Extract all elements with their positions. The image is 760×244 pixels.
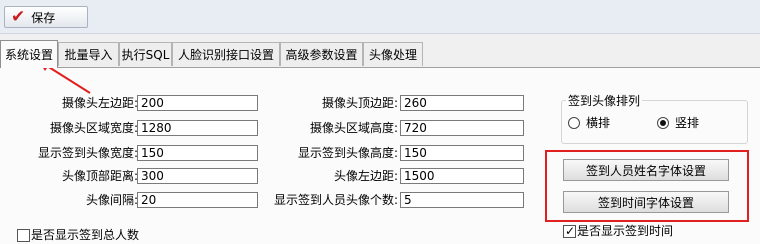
avatar-count-input[interactable]: 5 (400, 192, 524, 208)
name-font-settings-button[interactable]: 签到人员姓名字体设置 (563, 159, 729, 181)
avatar-height-label: 显示签到头像高度: (297, 146, 398, 160)
tab-batch-import[interactable]: 批量导入 (58, 42, 119, 66)
avatar-sort-title: 签到头像排列 (566, 93, 643, 109)
camera-area-height-label: 摄像头区域高度: (309, 121, 398, 135)
avatar-spacing-input[interactable]: 20 (137, 192, 258, 208)
tab-system-settings[interactable]: 系统设置 (0, 40, 58, 68)
tab-label: 系统设置 (4, 48, 53, 62)
avatar-top-distance-input[interactable]: 300 (137, 168, 258, 184)
button-label: 签到时间字体设置 (597, 195, 694, 210)
toolbar: ✔ 保存 (0, 0, 760, 34)
tab-label: 高级参数设置 (285, 48, 358, 62)
time-font-settings-button[interactable]: 签到时间字体设置 (563, 191, 729, 213)
tab-advanced-settings[interactable]: 高级参数设置 (280, 42, 363, 66)
camera-area-width-input[interactable]: 1280 (137, 120, 258, 136)
tab-avatar-processing[interactable]: 头像处理 (363, 42, 423, 66)
camera-area-height-input[interactable]: 720 (400, 120, 524, 136)
checkmark-icon: ✔ (11, 6, 26, 27)
avatar-width-label: 显示签到头像宽度: (37, 146, 138, 160)
tab-label: 执行SQL (121, 48, 170, 62)
button-label: 签到人员姓名字体设置 (585, 163, 706, 178)
tab-label: 头像处理 (368, 48, 417, 62)
tab-label: 人脸识别接口设置 (177, 48, 274, 62)
tab-label: 批量导入 (64, 48, 113, 62)
avatar-left-margin-input[interactable]: 1500 (400, 168, 524, 184)
camera-top-margin-label: 摄像头顶边距: (321, 96, 398, 110)
camera-area-width-label: 摄像头区域宽度: (49, 121, 138, 135)
vertical-radio-label: 竖排 (675, 116, 700, 130)
show-total-label: 是否显示签到总人数 (31, 228, 140, 242)
show-total-checkbox[interactable] (17, 229, 30, 242)
tab-bar: 系统设置 批量导入 执行SQL 人脸识别接口设置 高级参数设置 头像处理 (0, 40, 760, 68)
camera-left-margin-input[interactable]: 200 (137, 95, 258, 111)
save-button[interactable]: ✔ 保存 (4, 6, 88, 28)
show-time-label: 是否显示签到时间 (577, 224, 674, 238)
avatar-height-input[interactable]: 150 (400, 145, 524, 161)
horizontal-radio-label: 横排 (586, 116, 611, 130)
camera-left-margin-label: 摄像头左边距: (61, 96, 138, 110)
horizontal-radio[interactable] (568, 117, 580, 129)
tab-execute-sql[interactable]: 执行SQL (119, 42, 172, 66)
show-time-checkbox[interactable] (563, 223, 576, 239)
avatar-spacing-label: 头像间隔: (85, 193, 138, 207)
save-button-label: 保存 (31, 10, 56, 25)
camera-top-margin-input[interactable]: 260 (400, 95, 524, 111)
vertical-radio[interactable] (657, 117, 669, 129)
avatar-left-margin-label: 头像左边距: (333, 169, 398, 183)
avatar-top-distance-label: 头像顶部距离: (61, 169, 138, 183)
avatar-width-input[interactable]: 150 (137, 145, 258, 161)
tab-face-api-settings[interactable]: 人脸识别接口设置 (172, 42, 280, 66)
avatar-count-label: 显示签到人员头像个数: (273, 193, 398, 207)
